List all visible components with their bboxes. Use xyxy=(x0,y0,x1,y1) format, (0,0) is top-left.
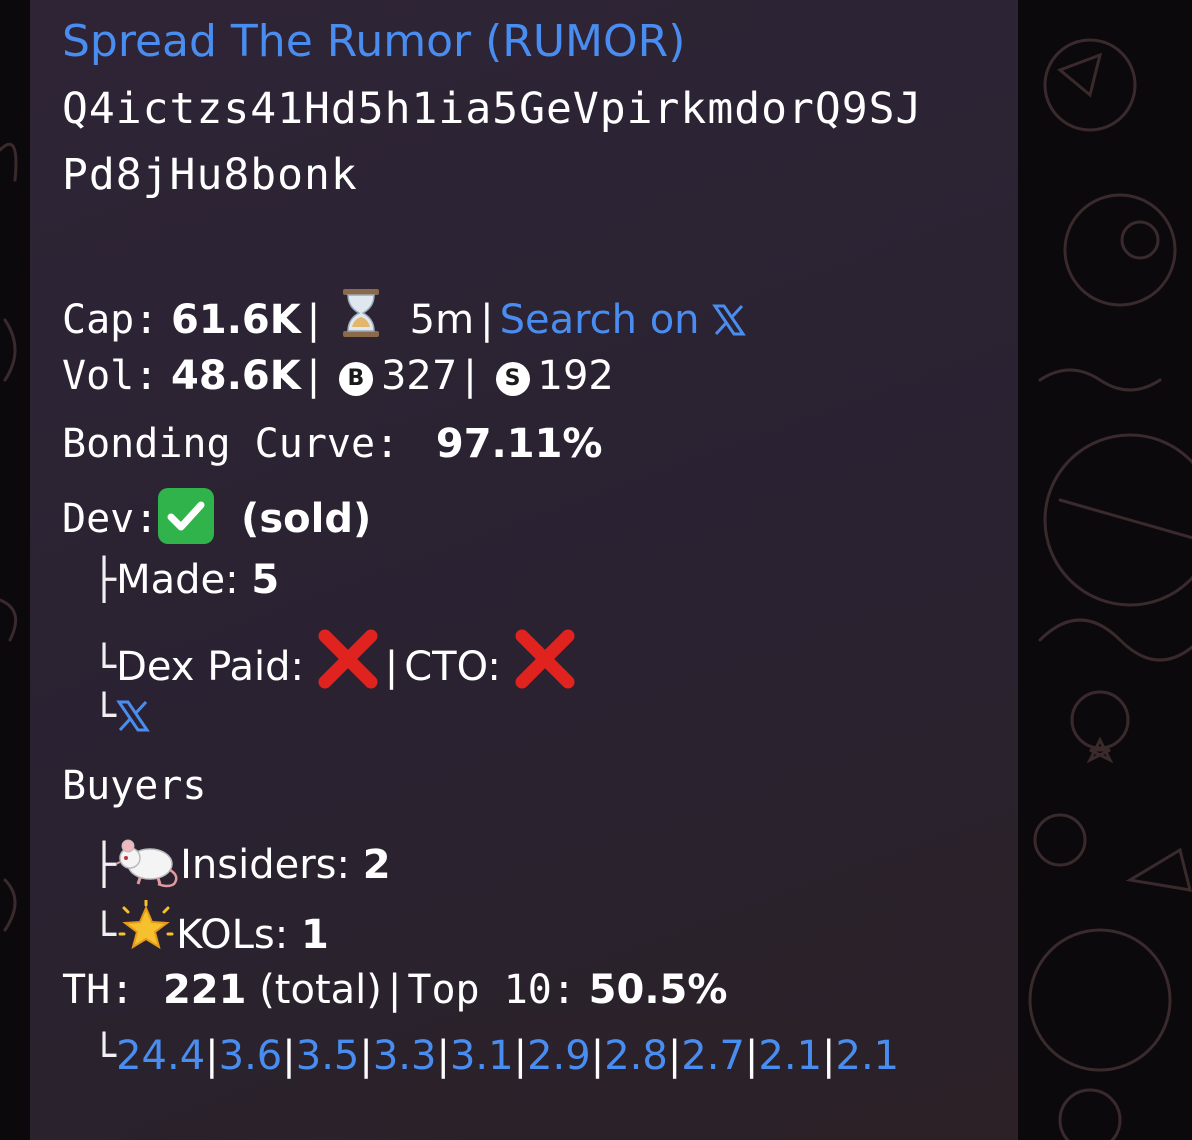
kols-line: └ KOLs: 1 xyxy=(92,898,329,965)
vol-value: 48.6K xyxy=(171,353,301,399)
dev-line: Dev: (sold) xyxy=(62,488,371,544)
vol-label: Vol: xyxy=(62,353,159,399)
holder-percent-link[interactable]: 2.8 xyxy=(604,1033,668,1079)
glowing-star-icon xyxy=(116,898,176,965)
top10-value: 50.5% xyxy=(588,967,728,1013)
dev-x-line: └ xyxy=(92,696,150,740)
check-mark-icon xyxy=(158,488,215,544)
holder-separator: | xyxy=(436,1033,450,1079)
kols-label: KOLs: xyxy=(176,912,289,958)
dex-paid-line: └Dex Paid: | CTO: xyxy=(92,628,576,697)
cap-label: Cap: xyxy=(62,297,159,343)
cross-mark-icon xyxy=(317,628,379,697)
holder-percent-link[interactable]: 2.9 xyxy=(527,1033,591,1079)
holders-label: TH: xyxy=(62,967,135,1013)
dev-made-line: ├Made: 5 xyxy=(92,560,279,600)
search-on-x-link[interactable]: Search on xyxy=(500,297,747,343)
holder-separator: | xyxy=(744,1033,759,1079)
holder-percent-link[interactable]: 3.6 xyxy=(219,1033,283,1079)
tree-end: └ xyxy=(92,644,117,690)
holder-percent-link[interactable]: 2.1 xyxy=(758,1033,822,1079)
holder-separator: | xyxy=(359,1033,373,1079)
token-title-link[interactable]: Spread The Rumor (RUMOR) xyxy=(62,20,685,64)
bonding-curve-line: Bonding Curve: 97.11% xyxy=(62,424,602,464)
tree-end: └ xyxy=(92,912,117,958)
buyers-label: Buyers xyxy=(62,763,207,809)
sells-badge-icon: S xyxy=(495,362,530,396)
holder-percent-link[interactable]: 3.1 xyxy=(450,1033,514,1079)
bonding-curve-label: Bonding Curve: xyxy=(62,421,400,467)
token-age: 5m xyxy=(409,297,475,343)
sells-count: 192 xyxy=(537,353,614,399)
token-address-line-2[interactable]: Pd8jHu8bonk xyxy=(62,154,358,197)
top-holders-list: 24.4|3.6|3.5|3.3|3.1|2.9|2.8|2.7|2.1|2.1 xyxy=(116,1033,899,1079)
holder-separator: | xyxy=(513,1033,528,1079)
rat-icon xyxy=(115,832,180,895)
holders-line: TH: 221 (total) | Top 10: 50.5% xyxy=(62,967,728,1013)
cross-mark-icon xyxy=(514,628,576,697)
dev-status: (sold) xyxy=(241,496,372,542)
holder-separator: | xyxy=(667,1033,682,1079)
holder-separator: | xyxy=(205,1033,219,1079)
token-address-line-1[interactable]: Q4ictzs41Hd5h1ia5GeVpirkmdorQ9SJ xyxy=(62,88,922,131)
holders-total-value: 221 xyxy=(162,967,247,1013)
hourglass-icon xyxy=(339,287,383,346)
insiders-line: ├ Insiders: 2 xyxy=(92,832,391,895)
holder-percent-link[interactable]: 3.5 xyxy=(296,1033,360,1079)
x-logo-icon xyxy=(712,303,747,344)
vol-line: Vol: 48.6K | B 327 | S 192 xyxy=(62,353,614,399)
cto-label: CTO: xyxy=(404,644,501,690)
cap-line: Cap: 61.6K | 5m | Search on xyxy=(62,287,747,346)
tree-end: └ xyxy=(92,693,117,739)
holders-total-suffix: (total) xyxy=(259,967,382,1013)
made-value: 5 xyxy=(251,557,280,603)
dev-label: Dev: xyxy=(62,496,159,542)
holder-separator: | xyxy=(822,1033,836,1079)
buys-badge-icon: B xyxy=(338,362,373,396)
holder-percent-link[interactable]: 3.3 xyxy=(373,1033,437,1079)
top10-label: Top 10: xyxy=(407,967,576,1013)
made-label: Made: xyxy=(116,557,239,603)
holder-percent-link[interactable]: 2.7 xyxy=(681,1033,745,1079)
holder-percent-link[interactable]: 24.4 xyxy=(116,1033,205,1079)
tree-branch: ├ xyxy=(92,842,117,888)
insiders-value: 2 xyxy=(362,842,391,888)
dex-paid-label: Dex Paid: xyxy=(116,644,305,690)
cap-value: 61.6K xyxy=(171,297,301,343)
buys-count: 327 xyxy=(380,353,458,399)
tree-end: └ xyxy=(92,1033,117,1079)
top-holders-line: └24.4|3.6|3.5|3.3|3.1|2.9|2.8|2.7|2.1|2.… xyxy=(92,1036,899,1076)
holder-separator: | xyxy=(590,1033,605,1079)
dev-x-link-icon[interactable] xyxy=(116,699,150,740)
holder-percent-link[interactable]: 2.1 xyxy=(836,1033,900,1079)
holder-separator: | xyxy=(282,1033,296,1079)
insiders-label: Insiders: xyxy=(180,842,350,888)
tree-branch: ├ xyxy=(92,557,117,603)
kols-value: 1 xyxy=(300,912,329,958)
bonding-curve-value: 97.11% xyxy=(435,421,603,467)
